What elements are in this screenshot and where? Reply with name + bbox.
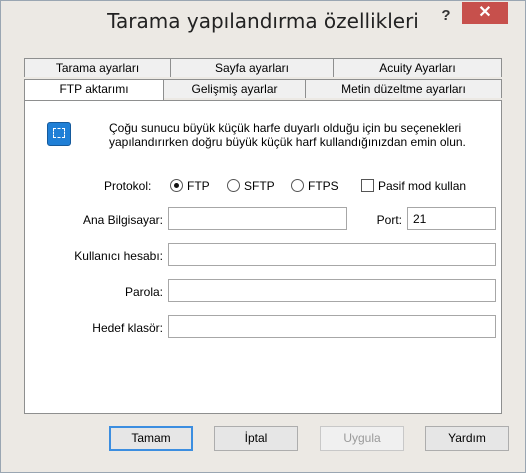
- radio-ftp-label[interactable]: FTP: [187, 179, 210, 193]
- radio-ftps[interactable]: [291, 179, 304, 192]
- host-input[interactable]: [168, 207, 347, 230]
- info-message: Çoğu sunucu büyük küçük harfe duyarlı ol…: [109, 121, 466, 149]
- password-label: Parola:: [124, 285, 163, 299]
- passive-mode-label[interactable]: Pasif mod kullan: [378, 179, 466, 193]
- target-folder-label: Hedef klasör:: [92, 321, 163, 335]
- ftp-icon: [47, 122, 71, 146]
- radio-sftp-label[interactable]: SFTP: [244, 179, 275, 193]
- protocol-label: Protokol:: [104, 179, 152, 193]
- tab-advanced-settings[interactable]: Gelişmiş ayarlar: [163, 79, 306, 98]
- cancel-button[interactable]: İptal: [214, 426, 298, 451]
- tab-page-settings[interactable]: Sayfa ayarları: [170, 58, 334, 77]
- target-folder-input[interactable]: [168, 315, 496, 338]
- radio-sftp[interactable]: [227, 179, 240, 192]
- ok-button[interactable]: Tamam: [109, 426, 193, 451]
- host-label: Ana Bilgisayar:: [82, 213, 163, 227]
- radio-ftp[interactable]: [170, 179, 183, 192]
- passive-mode-checkbox[interactable]: [361, 179, 374, 192]
- user-account-label: Kullanıcı hesabı:: [74, 249, 163, 263]
- help-icon[interactable]: ?: [434, 5, 458, 27]
- tab-row-top: Tarama ayarları Sayfa ayarları Acuity Ay…: [24, 58, 502, 78]
- tab-ftp-transfer[interactable]: FTP aktarımı: [24, 79, 164, 100]
- help-button[interactable]: Yardım: [425, 426, 509, 451]
- tab-scan-settings[interactable]: Tarama ayarları: [24, 58, 171, 77]
- tab-acuity-settings[interactable]: Acuity Ayarları: [333, 58, 502, 77]
- close-button[interactable]: ✕: [462, 2, 508, 24]
- dialog-window: Tarama yapılandırma özellikleri ? ✕ Tara…: [0, 0, 526, 473]
- user-account-input[interactable]: [168, 243, 496, 266]
- apply-button[interactable]: Uygula: [320, 426, 404, 451]
- tab-row-bottom: FTP aktarımı Gelişmiş ayarlar Metin düze…: [24, 79, 502, 100]
- port-label: Port:: [376, 213, 402, 227]
- password-input[interactable]: [168, 279, 496, 302]
- port-input[interactable]: [407, 207, 496, 230]
- title-bar: Tarama yapılandırma özellikleri ? ✕: [1, 1, 525, 39]
- tab-text-correction-settings[interactable]: Metin düzeltme ayarları: [305, 79, 502, 98]
- radio-ftps-label[interactable]: FTPS: [308, 179, 339, 193]
